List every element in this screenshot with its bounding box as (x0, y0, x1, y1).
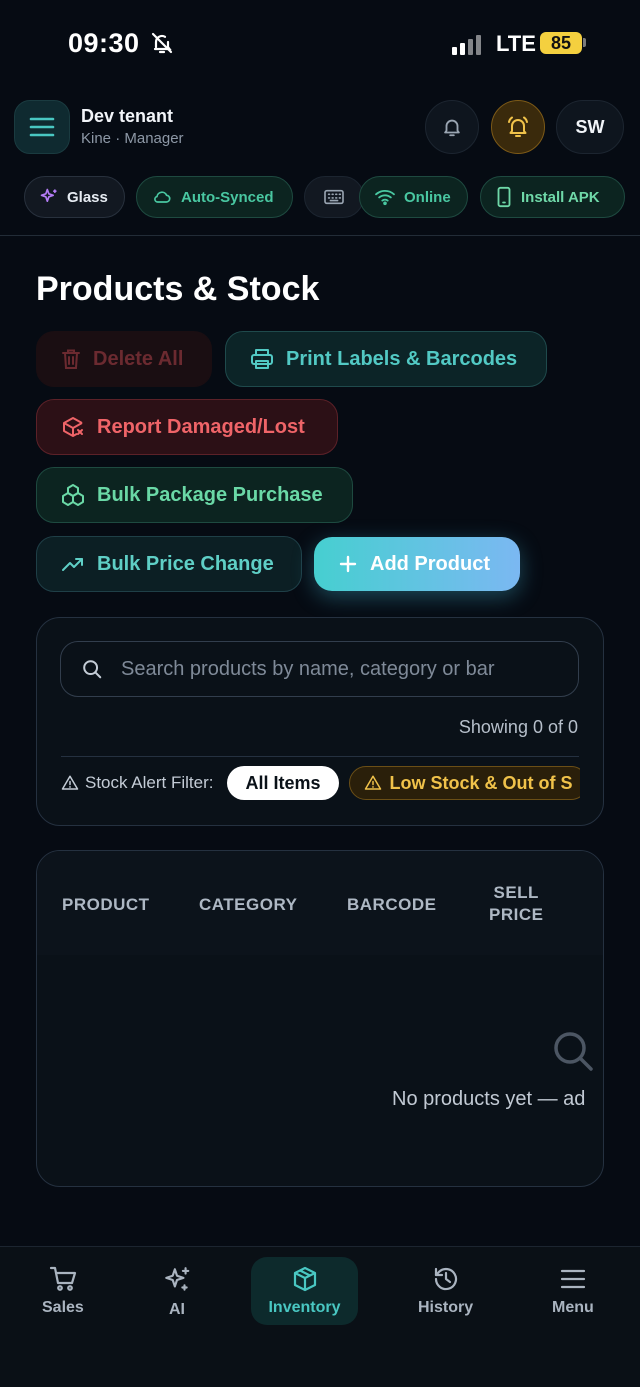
column-header-sell-price[interactable]: SELL PRICE (489, 882, 543, 926)
nav-item-history[interactable]: History (418, 1265, 473, 1317)
filter-label-text: Stock Alert Filter: (85, 773, 214, 792)
status-time: 09:30 (68, 28, 140, 58)
stock-filter-row: Stock Alert Filter: All Items Low Stock … (61, 764, 580, 802)
keyboard-icon (324, 189, 344, 205)
trending-up-icon (62, 558, 83, 571)
bell-icon (444, 119, 460, 137)
nav-item-menu[interactable]: Menu (552, 1265, 594, 1317)
filter-low-stock-label: Low Stock & Out of S (389, 772, 573, 793)
filter-label: Stock Alert Filter: (61, 773, 213, 793)
signal-icon (452, 35, 481, 55)
status-chip-row: Glass Auto-Synced Online Install APK (16, 166, 640, 228)
phone-icon (497, 186, 511, 208)
wifi-icon (375, 190, 395, 206)
hamburger-icon (29, 117, 55, 137)
keyboard-chip[interactable] (304, 176, 364, 218)
report-damaged-label: Report Damaged/Lost (97, 415, 305, 438)
bulk-package-label: Bulk Package Purchase (97, 483, 323, 506)
menu-icon (560, 1269, 585, 1289)
products-table: PRODUCT CATEGORY BARCODE SELL PRICE No p… (36, 850, 604, 1187)
sparkles-icon (165, 1267, 190, 1291)
bell-ring-icon (508, 116, 528, 137)
nav-label-ai: AI (169, 1301, 185, 1318)
bulk-price-label: Bulk Price Change (97, 552, 274, 575)
bulk-price-button[interactable]: Bulk Price Change (36, 536, 302, 592)
delete-all-label: Delete All (93, 347, 184, 370)
card-divider (61, 756, 579, 757)
filter-low-stock[interactable]: Low Stock & Out of S (348, 766, 580, 800)
glass-chip[interactable]: Glass (24, 176, 125, 218)
warning-icon (364, 775, 381, 790)
hamburger-menu-button[interactable] (14, 100, 70, 154)
bulk-package-button[interactable]: Bulk Package Purchase (36, 467, 353, 523)
column-header-product[interactable]: PRODUCT (62, 895, 150, 915)
nav-item-ai[interactable]: AI (162, 1265, 192, 1319)
avatar[interactable]: SW (556, 100, 624, 154)
trash-icon (62, 349, 80, 369)
online-chip-label: Online (404, 188, 451, 206)
alerts-button[interactable] (491, 100, 545, 154)
print-labels-button[interactable]: Print Labels & Barcodes (225, 331, 547, 387)
tenant-name: Dev tenant (81, 106, 174, 126)
nav-label-menu: Menu (552, 1299, 594, 1316)
cart-icon (49, 1266, 77, 1291)
add-product-label: Add Product (370, 552, 490, 575)
column-header-category[interactable]: CATEGORY (199, 895, 297, 915)
battery-icon (583, 38, 586, 47)
box-icon (293, 1266, 316, 1292)
online-chip[interactable]: Online (359, 176, 468, 218)
warning-icon (61, 775, 79, 790)
install-apk-chip[interactable]: Install APK (480, 176, 625, 218)
page-title: Products & Stock (36, 270, 320, 308)
sparkles-icon (40, 188, 57, 202)
nav-item-sales[interactable]: Sales (42, 1265, 84, 1317)
column-header-sell: SELL (493, 883, 539, 902)
plus-icon (339, 555, 357, 573)
filter-all-items[interactable]: All Items (227, 766, 339, 800)
nav-item-inventory[interactable]: Inventory (251, 1257, 358, 1325)
search-input[interactable] (121, 657, 551, 681)
nav-label-history: History (418, 1299, 474, 1316)
delete-all-button[interactable]: Delete All (36, 331, 212, 387)
package-x-icon (63, 417, 83, 437)
nav-label-inventory: Inventory (268, 1299, 341, 1316)
print-labels-label: Print Labels & Barcodes (286, 347, 518, 370)
result-count: Showing 0 of 0 (458, 717, 578, 737)
empty-state-text: No products yet — ad (392, 1088, 586, 1110)
notifications-button[interactable] (425, 100, 479, 154)
network-type: LTE (496, 31, 536, 56)
history-icon (434, 1267, 457, 1291)
empty-search-icon (551, 1029, 595, 1073)
glass-chip-label: Glass (67, 188, 108, 206)
cloud-icon (154, 191, 171, 203)
install-apk-label: Install APK (521, 188, 600, 206)
battery-level: 85 (540, 32, 582, 54)
tenant-subtitle: Kine · Manager (81, 130, 184, 147)
search-icon (83, 660, 102, 679)
printer-icon (251, 349, 273, 369)
sync-chip-label: Auto-Synced (181, 188, 274, 206)
boxes-icon (62, 484, 84, 506)
search-field[interactable] (60, 641, 579, 697)
bell-off-icon (150, 31, 174, 55)
column-header-price: PRICE (489, 905, 544, 924)
header-divider (0, 235, 640, 236)
add-product-button[interactable]: Add Product (314, 537, 520, 591)
column-header-barcode[interactable]: BARCODE (347, 895, 436, 915)
sync-chip[interactable]: Auto-Synced (136, 176, 293, 218)
bottom-navigation: Sales AI Inventory History Menu (0, 1246, 640, 1387)
nav-label-sales: Sales (42, 1299, 84, 1316)
report-damaged-button[interactable]: Report Damaged/Lost (36, 399, 338, 455)
